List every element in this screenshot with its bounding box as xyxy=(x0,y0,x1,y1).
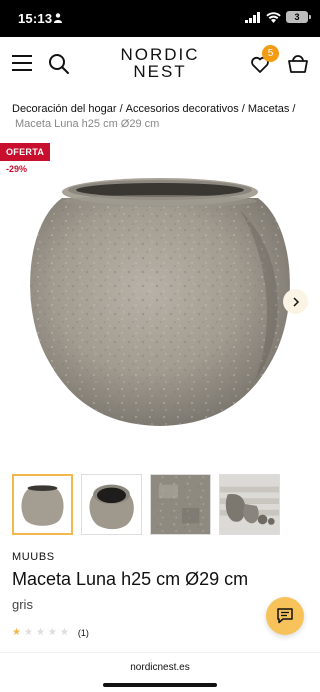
breadcrumb-separator: / xyxy=(119,103,123,115)
status-time: 15:13 xyxy=(18,11,53,26)
product-main-image[interactable] xyxy=(0,170,320,435)
thumbnail-strip xyxy=(12,474,280,535)
star-icon: ★ xyxy=(23,627,33,638)
site-header: NORDIC NEST 5 xyxy=(0,37,320,93)
search-icon[interactable] xyxy=(48,53,70,75)
basket-icon[interactable] xyxy=(287,53,309,75)
product-brand[interactable]: MUUBS xyxy=(12,551,55,563)
thumbnail-image xyxy=(14,476,71,533)
star-icon: ★ xyxy=(47,627,57,638)
person-icon xyxy=(54,13,62,23)
battery-icon: 3 xyxy=(286,11,311,23)
chat-icon xyxy=(277,608,293,624)
product-color: gris xyxy=(12,597,33,612)
review-count: (1) xyxy=(77,627,89,638)
image-next-button[interactable] xyxy=(283,289,308,314)
breadcrumb-separator: / xyxy=(241,103,245,115)
logo-line-2: NEST xyxy=(133,62,187,81)
breadcrumb: Decoración del hogar / Accesorios decorati… xyxy=(12,102,310,132)
wishlist-count-badge: 5 xyxy=(262,45,279,62)
thumbnail-top-view[interactable] xyxy=(81,474,142,535)
breadcrumb-link-home-decor[interactable]: Decoración del hogar xyxy=(12,103,117,115)
thumbnail-image xyxy=(151,475,210,534)
status-bar: 15:13 3 xyxy=(0,0,320,37)
product-rating[interactable]: ★ ★ ★ ★ ★ (1) xyxy=(12,627,89,638)
chevron-right-icon xyxy=(292,296,299,307)
signal-icon xyxy=(245,11,260,23)
wifi-icon xyxy=(266,11,281,23)
star-icon: ★ xyxy=(12,627,21,638)
breadcrumb-link-pots[interactable]: Macetas xyxy=(248,103,290,115)
breadcrumb-link-decorative-accessories[interactable]: Accesorios decorativos xyxy=(126,103,239,115)
offer-badge: OFERTA xyxy=(0,143,51,161)
home-indicator[interactable] xyxy=(103,683,217,687)
chat-button[interactable] xyxy=(266,597,304,635)
browser-url[interactable]: nordicnest.es xyxy=(0,662,320,673)
site-logo[interactable]: NORDIC NEST xyxy=(110,46,210,80)
hamburger-menu-icon[interactable] xyxy=(12,55,32,73)
thumbnail-image xyxy=(220,475,279,534)
star-icon: ★ xyxy=(35,627,45,638)
thumbnail-front-view[interactable] xyxy=(12,474,73,535)
thumbnail-lifestyle-stairs[interactable] xyxy=(219,474,280,535)
breadcrumb-separator: / xyxy=(292,103,296,115)
product-title: Maceta Luna h25 cm Ø29 cm xyxy=(12,569,249,589)
star-icon: ★ xyxy=(59,627,69,638)
thumbnail-texture-closeup[interactable] xyxy=(150,474,211,535)
breadcrumb-current: Maceta Luna h25 cm Ø29 cm xyxy=(15,118,160,130)
browser-url-bar[interactable]: nordicnest.es xyxy=(0,652,320,692)
thumbnail-image xyxy=(82,475,141,534)
